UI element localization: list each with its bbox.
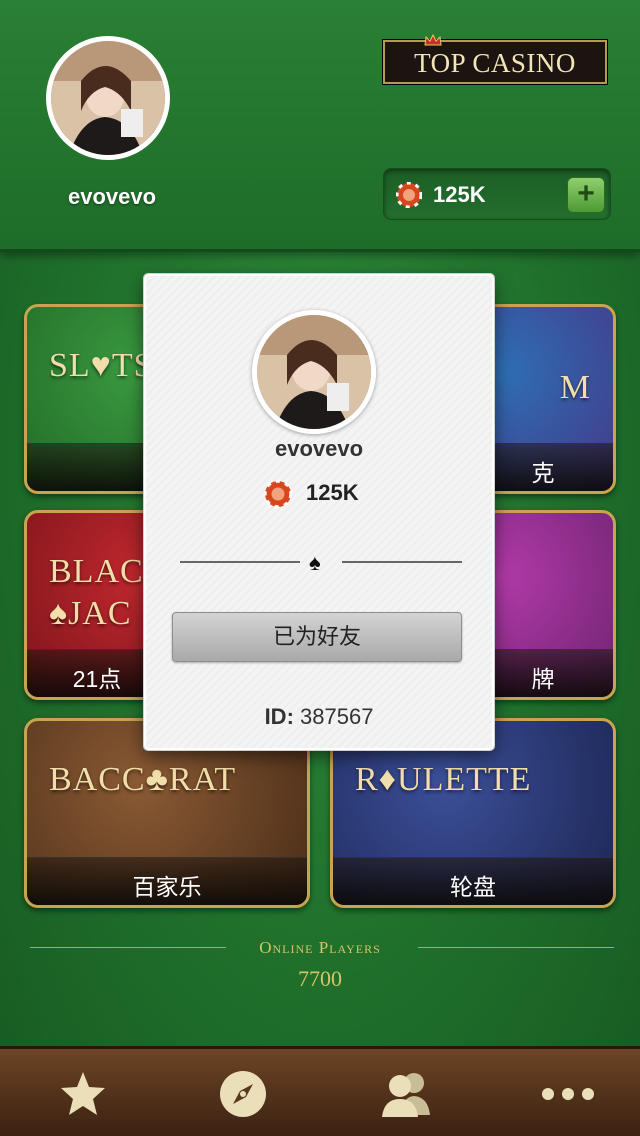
tab-bar — [0, 1046, 640, 1136]
chip-icon — [396, 182, 422, 208]
tab-friends[interactable] — [322, 1049, 482, 1136]
friends-icon — [382, 1073, 430, 1117]
tile-title: M — [559, 369, 591, 406]
star-icon — [61, 1072, 105, 1115]
avatar-photo — [51, 41, 165, 155]
profile-popup: evovevo 125K ♠ 已为好友 ID: 387567 — [143, 273, 495, 751]
already-friends-button[interactable]: 已为好友 — [172, 612, 462, 662]
tab-explore[interactable] — [162, 1049, 322, 1136]
coin-value: 125K — [433, 182, 486, 207]
username: evovevo — [67, 184, 157, 209]
logo-text: TOP CASINO — [414, 48, 576, 78]
tile-banner: 轮盘 — [333, 857, 613, 905]
coin-balance: 125K + — [383, 168, 611, 220]
chip-icon — [264, 480, 292, 508]
crown-icon — [424, 34, 442, 46]
more-icon — [542, 1088, 594, 1100]
online-players-label: Online Players — [259, 938, 381, 957]
popup-avatar — [252, 310, 376, 434]
header: evovevo TOP CASINO 125K + — [0, 0, 640, 252]
id-label: ID: — [264, 704, 294, 729]
compass-icon — [220, 1071, 266, 1117]
avatar-photo — [257, 315, 371, 429]
tile-banner: 百家乐 — [27, 857, 307, 905]
tile-label: 牌 — [531, 666, 555, 692]
tile-label: 轮盘 — [450, 874, 496, 900]
avatar[interactable] — [46, 36, 170, 160]
tile-label: 百家乐 — [132, 874, 202, 900]
player-id: ID: 387567 — [146, 704, 492, 730]
top-casino-logo: TOP CASINO — [382, 39, 608, 85]
online-players-count: 7700 — [298, 966, 342, 991]
add-coins-button[interactable]: + — [567, 177, 605, 213]
tab-favorites[interactable] — [2, 1049, 162, 1136]
tile-title: BACC♣RAT — [49, 761, 237, 798]
tile-title: R♦ULETTE — [355, 761, 532, 798]
tab-more[interactable] — [482, 1049, 640, 1136]
tile-subtitle: ♠JAC — [49, 595, 132, 632]
divider-line — [180, 561, 300, 563]
id-value: 387567 — [300, 704, 374, 729]
popup-username: evovevo — [274, 436, 364, 461]
spade-icon: ♠ — [309, 550, 321, 575]
popup-coin-balance: 125K — [146, 480, 492, 508]
popup-coin-value: 125K — [306, 480, 359, 505]
tile-label: 克 — [531, 460, 555, 486]
divider-line — [342, 561, 462, 563]
tile-title: SL♥TS — [49, 347, 154, 384]
tile-title: BLAC — [49, 553, 144, 590]
